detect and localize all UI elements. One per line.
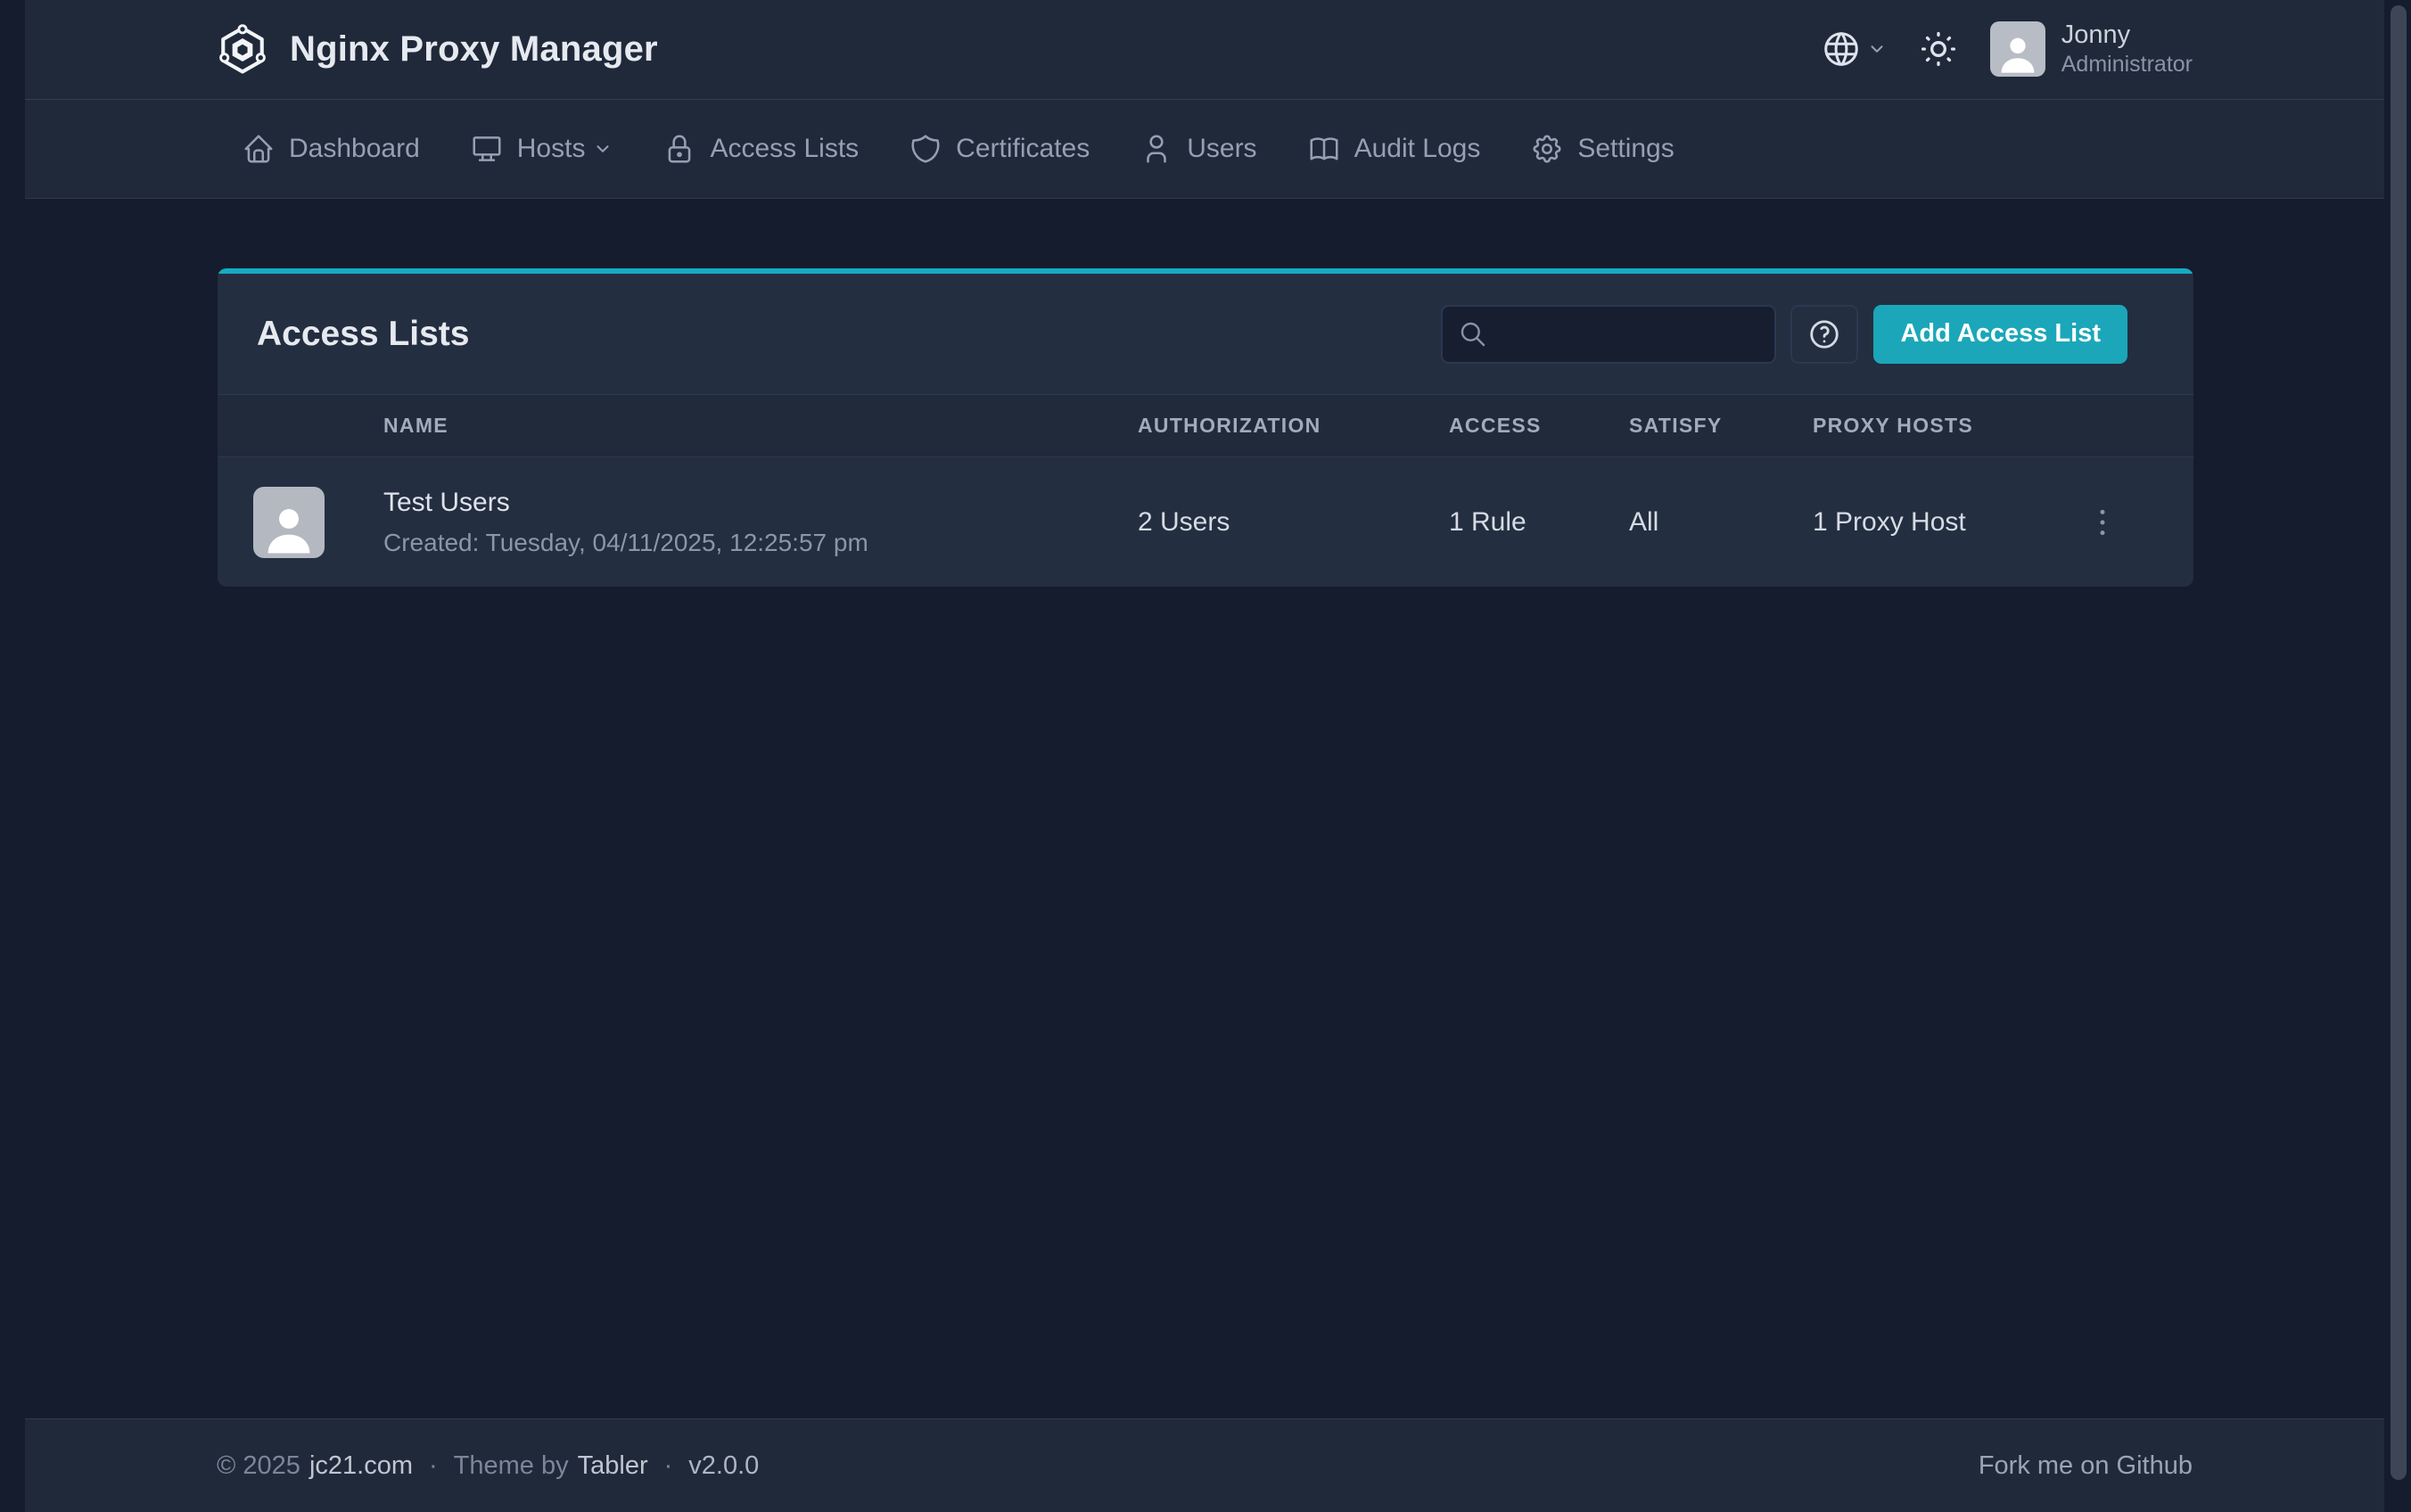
footer-site-link[interactable]: jc21.com — [309, 1451, 413, 1481]
lock-icon — [662, 132, 696, 166]
card-header: Access Lists Add — [218, 274, 2193, 394]
book-icon — [1307, 132, 1341, 166]
user-role: Administrator — [2061, 51, 2193, 78]
nav-label: Dashboard — [289, 134, 420, 164]
user-name: Jonny — [2061, 20, 2193, 51]
nav-item-dashboard[interactable]: Dashboard — [217, 100, 445, 198]
search-input[interactable] — [1498, 318, 1758, 349]
footer-copyright: © 2025 — [217, 1451, 300, 1481]
nav-item-audit-logs[interactable]: Audit Logs — [1282, 100, 1506, 198]
table-header-row: NAME AUTHORIZATION ACCESS SATISFY PROXY … — [218, 394, 2193, 457]
page-title: Access Lists — [257, 315, 469, 354]
nav-label: Users — [1187, 134, 1256, 164]
avatar — [1990, 21, 2045, 77]
header-actions: Jonny Administrator — [1821, 20, 2193, 78]
access-list-name: Test Users — [383, 488, 1138, 518]
column-authorization: AUTHORIZATION — [1138, 414, 1449, 438]
footer-version: v2.0.0 — [688, 1451, 759, 1481]
row-authorization: 2 Users — [1138, 507, 1449, 538]
theme-toggle[interactable] — [1919, 29, 1958, 69]
search-icon — [1459, 320, 1487, 349]
person-icon — [259, 499, 318, 558]
dots-vertical-icon — [2085, 505, 2120, 540]
app-brand[interactable]: Nginx Proxy Manager — [217, 24, 658, 76]
column-access: ACCESS — [1449, 414, 1629, 438]
row-avatar-cell — [253, 487, 383, 558]
app-title: Nginx Proxy Manager — [290, 29, 658, 70]
footer-separator: · — [429, 1451, 438, 1481]
user-icon — [1140, 132, 1173, 166]
footer-github-link[interactable]: Fork me on Github — [1979, 1451, 2193, 1481]
gear-icon — [1530, 132, 1564, 166]
user-menu[interactable]: Jonny Administrator — [1990, 20, 2193, 78]
nav-label: Settings — [1577, 134, 1674, 164]
shield-icon — [909, 132, 942, 166]
nav-label: Access Lists — [710, 134, 859, 164]
footer-separator: · — [664, 1451, 673, 1481]
column-proxy-hosts: PROXY HOSTS — [1813, 414, 2074, 438]
nav-item-certificates[interactable]: Certificates — [884, 100, 1115, 198]
nav-label: Certificates — [956, 134, 1090, 164]
chevron-down-icon — [593, 139, 613, 159]
nav-label: Hosts — [517, 134, 586, 164]
avatar — [253, 487, 325, 558]
search-box — [1441, 305, 1776, 364]
chevron-down-icon — [1867, 39, 1887, 59]
add-access-list-button[interactable]: Add Access List — [1873, 305, 2127, 364]
table-row[interactable]: Test Users Created: Tuesday, 04/11/2025,… — [218, 457, 2193, 587]
home-icon — [242, 132, 276, 166]
help-circle-icon — [1807, 317, 1841, 351]
nav-label: Audit Logs — [1354, 134, 1481, 164]
row-name-cell: Test Users Created: Tuesday, 04/11/2025,… — [383, 488, 1138, 557]
scrollbar-thumb[interactable] — [2390, 5, 2407, 1480]
row-actions-menu-button[interactable] — [2078, 497, 2127, 547]
monitor-icon — [470, 132, 504, 166]
nav-item-access-lists[interactable]: Access Lists — [638, 100, 884, 198]
access-lists-card: Access Lists Add — [218, 268, 2193, 587]
page-footer: © 2025 jc21.com · Theme by Tabler · v2.0… — [25, 1418, 2384, 1512]
main-content: Access Lists Add — [0, 199, 2411, 1418]
sun-icon — [1919, 29, 1958, 69]
access-list-created: Created: Tuesday, 04/11/2025, 12:25:57 p… — [383, 529, 1138, 557]
user-text: Jonny Administrator — [2061, 20, 2193, 78]
card-controls: Add Access List — [1441, 305, 2127, 364]
npm-logo-icon — [217, 24, 268, 76]
footer-theme-link[interactable]: Tabler — [578, 1451, 648, 1481]
nav-item-settings[interactable]: Settings — [1505, 100, 1699, 198]
language-selector[interactable] — [1821, 29, 1887, 70]
footer-theme-prefix: Theme by — [454, 1451, 569, 1481]
app-root: Nginx Proxy Manager — [0, 0, 2411, 1512]
nav-item-users[interactable]: Users — [1115, 100, 1281, 198]
footer-credits: © 2025 jc21.com · Theme by Tabler · v2.0… — [217, 1451, 759, 1481]
column-name: NAME — [383, 414, 1138, 438]
row-proxy-hosts: 1 Proxy Host — [1813, 507, 2074, 538]
globe-icon — [1821, 29, 1862, 70]
main-nav: Dashboard Hosts Access Lists Certifica — [25, 99, 2384, 199]
top-header: Nginx Proxy Manager — [25, 0, 2384, 99]
nav-item-hosts[interactable]: Hosts — [445, 100, 638, 198]
person-icon — [1995, 30, 2041, 77]
row-satisfy: All — [1629, 507, 1813, 538]
row-access: 1 Rule — [1449, 507, 1629, 538]
help-button[interactable] — [1790, 305, 1858, 364]
column-satisfy: SATISFY — [1629, 414, 1813, 438]
